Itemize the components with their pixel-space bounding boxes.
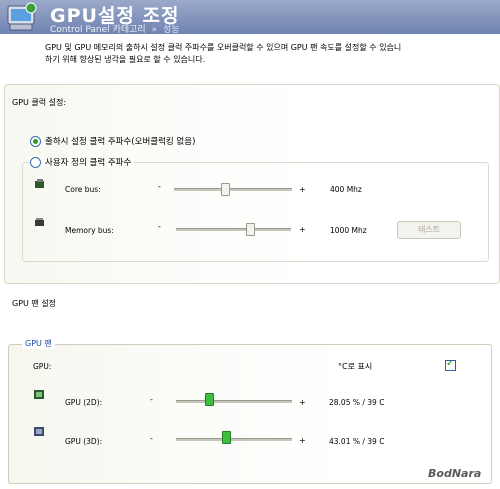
breadcrumb-current: 성능 [162,25,180,35]
memory-bus-slider-thumb[interactable] [246,223,255,236]
radio-default-label: 출하시 설정 클럭 주파수(오버클럭킹 없음) [45,137,196,147]
radio-custom-indicator[interactable] [30,156,41,168]
radio-custom-clock[interactable]: 사용자 정의 클럭 주파수 [30,156,135,168]
description-line-2: 하기 위해 향상된 냉각을 필요로 할 수 있습니다. [45,55,206,64]
breadcrumb-separator: » [151,25,158,35]
gpu-2d-icon [34,390,44,399]
gpu-2d-plus: + [299,398,306,407]
gpu-3d-plus: + [299,436,306,445]
breadcrumb: Control Panel 카테고리 » 성능 [50,22,180,35]
core-bus-slider-track[interactable] [174,188,292,191]
test-button[interactable]: 테스트 [397,221,461,239]
gpu-2d-slider-thumb[interactable] [205,393,214,406]
gpu-2d-slider-track[interactable] [176,400,292,403]
radio-custom-label: 사용자 정의 클럭 주파수 [45,158,132,168]
core-bus-icon [35,179,44,188]
memory-bus-icon [35,218,44,226]
core-bus-label: Core bus: [65,185,101,194]
core-bus-slider-thumb[interactable] [221,183,230,196]
breadcrumb-category[interactable]: 카테고리 [113,25,146,35]
gpu-2d-value: 28.05 % / 39 C [329,398,385,407]
description-line-1: GPU 및 GPU 메모리의 출하시 설정 클럭 주파수를 오버클럭할 수 있으… [45,43,402,52]
gpu-fan-legend: GPU 팬 [22,338,55,349]
celsius-label: °C로 표시 [338,362,373,371]
gpu-2d-minus: - [150,395,153,404]
memory-bus-slider-track[interactable] [176,228,291,231]
gpu-2d-label: GPU (2D): [65,398,103,407]
gpu-3d-value: 43.01 % / 39 C [329,437,385,446]
radio-default-indicator[interactable] [30,135,41,147]
control-panel-logo-icon [7,2,37,31]
gpu-3d-minus: - [150,434,153,443]
core-bus-value: 400 Mhz [330,185,362,194]
memory-bus-plus: + [299,225,306,234]
gpu-3d-slider-thumb[interactable] [222,431,231,444]
custom-clock-group [22,162,489,262]
header-bar: GPU설정 조정 Control Panel 카테고리 » 성능 [0,0,500,35]
radio-default-clock[interactable]: 출하시 설정 클럭 주파수(오버클럭킹 없음) [30,135,195,147]
gpu-3d-label: GPU (3D): [65,437,103,446]
gpu-3d-icon [34,427,44,436]
gpu-clock-section-title: GPU 클럭 설정: [12,98,67,107]
memory-bus-minus: - [158,222,161,231]
memory-bus-value: 1000 Mhz [330,226,367,235]
gpu-label: GPU: [33,362,52,371]
celsius-checkbox[interactable] [445,358,456,371]
page-description: GPU 및 GPU 메모리의 출하시 설정 클럭 주파수를 오버클럭할 수 있으… [45,42,500,66]
watermark-logo: BodNara [428,467,482,480]
gpu-3d-slider-track[interactable] [176,438,292,441]
memory-bus-label: Memory bus: [65,226,114,235]
breadcrumb-control-panel[interactable]: Control Panel [50,25,110,35]
gpu-fan-group [8,344,492,484]
core-bus-plus: + [299,185,306,194]
core-bus-minus: - [158,182,161,191]
